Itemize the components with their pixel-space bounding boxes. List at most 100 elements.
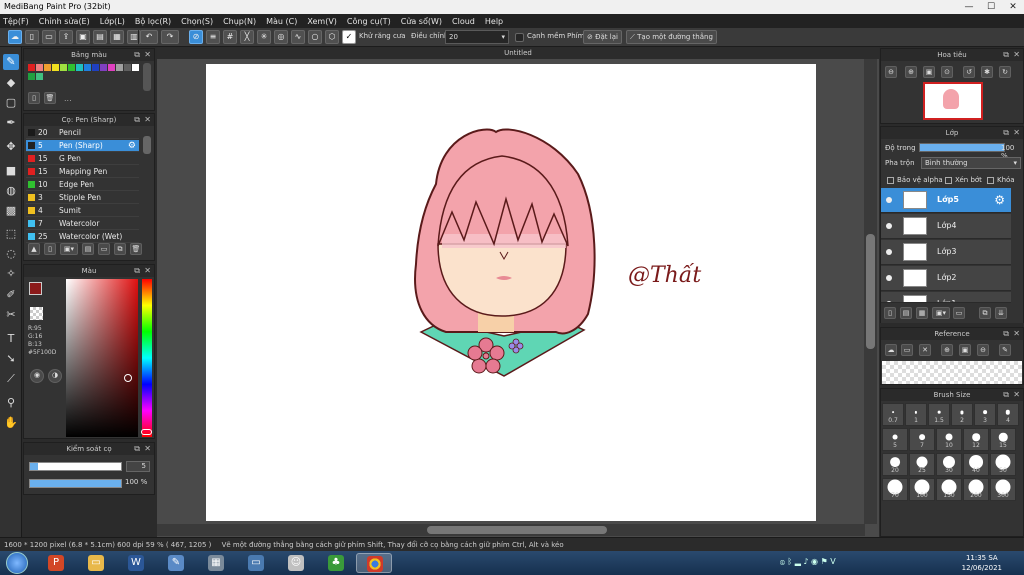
- float-icon[interactable]: ⧉: [134, 265, 140, 277]
- brush-size-preset[interactable]: 7: [909, 428, 935, 451]
- taskbar-powerpoint[interactable]: P: [38, 553, 74, 573]
- taskbar-character-app[interactable]: ☺: [278, 553, 314, 573]
- eyedropper-tool-icon[interactable]: ⚲: [3, 395, 19, 411]
- palette-swatch[interactable]: [36, 73, 43, 80]
- bucket-tool-icon[interactable]: ◍: [3, 183, 19, 199]
- perspective-snap-icon[interactable]: ⬡: [325, 30, 339, 44]
- taskbar-chrome[interactable]: [356, 553, 392, 573]
- palette-more[interactable]: ...: [64, 94, 72, 103]
- brush-add-icon[interactable]: ▲: [28, 243, 40, 255]
- reference-view[interactable]: [882, 361, 1022, 384]
- rotate-left-icon[interactable]: ↺: [963, 66, 975, 78]
- palette-swatch[interactable]: [44, 64, 51, 71]
- comment-icon[interactable]: ▭: [42, 30, 56, 44]
- clipping-checkbox[interactable]: [945, 177, 952, 184]
- brush-size-preset[interactable]: 2: [951, 403, 973, 426]
- soft-edge-checkbox[interactable]: [515, 33, 524, 42]
- palette-swatch[interactable]: [116, 64, 123, 71]
- menu-help[interactable]: Help: [485, 17, 503, 26]
- zoom-in-icon[interactable]: ⊕: [905, 66, 917, 78]
- menu-window[interactable]: Cửa sổ(W): [401, 17, 442, 26]
- taskbar-paint-app[interactable]: ✎: [158, 553, 194, 573]
- bluetooth-icon[interactable]: ᛒ: [787, 557, 794, 566]
- lock-checkbox[interactable]: [987, 177, 994, 184]
- brush-size-preset[interactable]: 3: [974, 403, 996, 426]
- rotate-reset-icon[interactable]: ✱: [981, 66, 993, 78]
- redo-icon[interactable]: ↷: [161, 30, 179, 44]
- grid-snap-icon[interactable]: #: [223, 30, 237, 44]
- close-icon[interactable]: ✕: [144, 49, 151, 61]
- palette-swatch[interactable]: [92, 64, 99, 71]
- brush-size-preset[interactable]: 12: [963, 428, 989, 451]
- new-layer-icon[interactable]: ▯: [884, 307, 896, 319]
- palette-swatch[interactable]: [76, 64, 83, 71]
- menu-tools[interactable]: Công cụ(T): [347, 17, 391, 26]
- brush-size-preset[interactable]: 300: [990, 478, 1016, 501]
- brush-folder-icon[interactable]: ▭: [98, 243, 110, 255]
- brush-item[interactable]: 7 Watercolor: [26, 218, 139, 230]
- brush-scrollbar[interactable]: [143, 136, 151, 154]
- close-icon[interactable]: ✕: [1013, 127, 1020, 139]
- add-layer-menu-icon[interactable]: ▣▾: [932, 307, 950, 319]
- maximize-button[interactable]: ☐: [980, 0, 1002, 14]
- float-icon[interactable]: ⧉: [134, 443, 140, 455]
- brush-new-icon[interactable]: ▯: [44, 243, 56, 255]
- taskbar-explorer[interactable]: ▭: [78, 553, 114, 573]
- close-icon[interactable]: ✕: [1013, 389, 1020, 401]
- move-tool-icon[interactable]: ✥: [3, 139, 19, 155]
- zoom-out-icon[interactable]: ⊖: [885, 66, 897, 78]
- radial-snap-icon[interactable]: ✳: [257, 30, 271, 44]
- dot-tool-icon[interactable]: ▢: [3, 95, 19, 111]
- close-icon[interactable]: ✕: [1013, 49, 1020, 61]
- menu-cloud[interactable]: Cloud: [452, 17, 475, 26]
- reference-fit-icon[interactable]: ▣: [959, 344, 971, 356]
- palette-swatch[interactable]: [52, 64, 59, 71]
- select-tool-icon[interactable]: ⬚: [3, 226, 19, 242]
- taskbar-monitor[interactable]: ▭: [238, 553, 274, 573]
- menu-file[interactable]: Tệp(F): [3, 17, 29, 26]
- new-halftone-layer-icon[interactable]: ▤: [900, 307, 912, 319]
- menu-color[interactable]: Màu (C): [266, 17, 297, 26]
- document-tab[interactable]: Untitled: [157, 47, 879, 59]
- navigator-thumbnail[interactable]: [923, 82, 983, 120]
- palette-swatch[interactable]: [60, 64, 67, 71]
- brush-edit-icon[interactable]: ▤: [82, 243, 94, 255]
- hue-slider-handle[interactable]: [141, 429, 152, 435]
- saturation-value-picker[interactable]: [66, 279, 138, 437]
- straight-line-button[interactable]: ⟋ Tạo một đường thẳng: [626, 30, 717, 44]
- concentric-snap-icon[interactable]: ◎: [274, 30, 288, 44]
- brush-size-preset[interactable]: 150: [936, 478, 962, 501]
- circle-snap-icon[interactable]: ○: [308, 30, 322, 44]
- select-pen-tool-icon[interactable]: ✐: [3, 287, 19, 303]
- brush-size-preset[interactable]: 20: [882, 453, 908, 476]
- palette-swatch[interactable]: [132, 64, 139, 71]
- palette-swatch[interactable]: [124, 64, 131, 71]
- close-icon[interactable]: ✕: [144, 114, 151, 126]
- layer-row[interactable]: Lớp4: [881, 214, 1011, 239]
- eye-icon[interactable]: [886, 275, 892, 281]
- reference-eyedropper-icon[interactable]: ✎: [999, 344, 1011, 356]
- reference-zoom-in-icon[interactable]: ⊕: [941, 344, 953, 356]
- gear-icon[interactable]: ⚙: [128, 140, 136, 152]
- hand-tool-icon[interactable]: ✋: [3, 415, 19, 431]
- brush-item[interactable]: 10 Edge Pen: [26, 179, 139, 191]
- brush-opacity-slider[interactable]: [29, 479, 122, 488]
- taskbar-green-app[interactable]: ♣: [318, 553, 354, 573]
- brush-size-slider[interactable]: [29, 462, 122, 471]
- palette-swatch[interactable]: [108, 64, 115, 71]
- brush-item[interactable]: 15 G Pen: [26, 153, 139, 165]
- float-icon[interactable]: ⧉: [1003, 127, 1009, 139]
- blend-mode-select[interactable]: Bình thường ▾: [921, 157, 1021, 169]
- horizontal-scrollbar[interactable]: [157, 524, 865, 536]
- text-tool-icon[interactable]: T: [3, 331, 19, 347]
- palette-scrollbar[interactable]: [143, 63, 151, 91]
- palette-swatch[interactable]: [28, 73, 35, 80]
- save-icon[interactable]: ▣: [76, 30, 90, 44]
- lasso-tool-icon[interactable]: ◌: [3, 246, 19, 262]
- brush-item[interactable]: 20 Pencil: [26, 127, 139, 139]
- horizontal-scroll-thumb[interactable]: [427, 526, 607, 534]
- gradient-tool-icon[interactable]: ▩: [3, 203, 19, 219]
- taskbar-word[interactable]: W: [118, 553, 154, 573]
- brush-size-preset[interactable]: 25: [909, 453, 935, 476]
- brush-item[interactable]: 3 Stipple Pen: [26, 192, 139, 204]
